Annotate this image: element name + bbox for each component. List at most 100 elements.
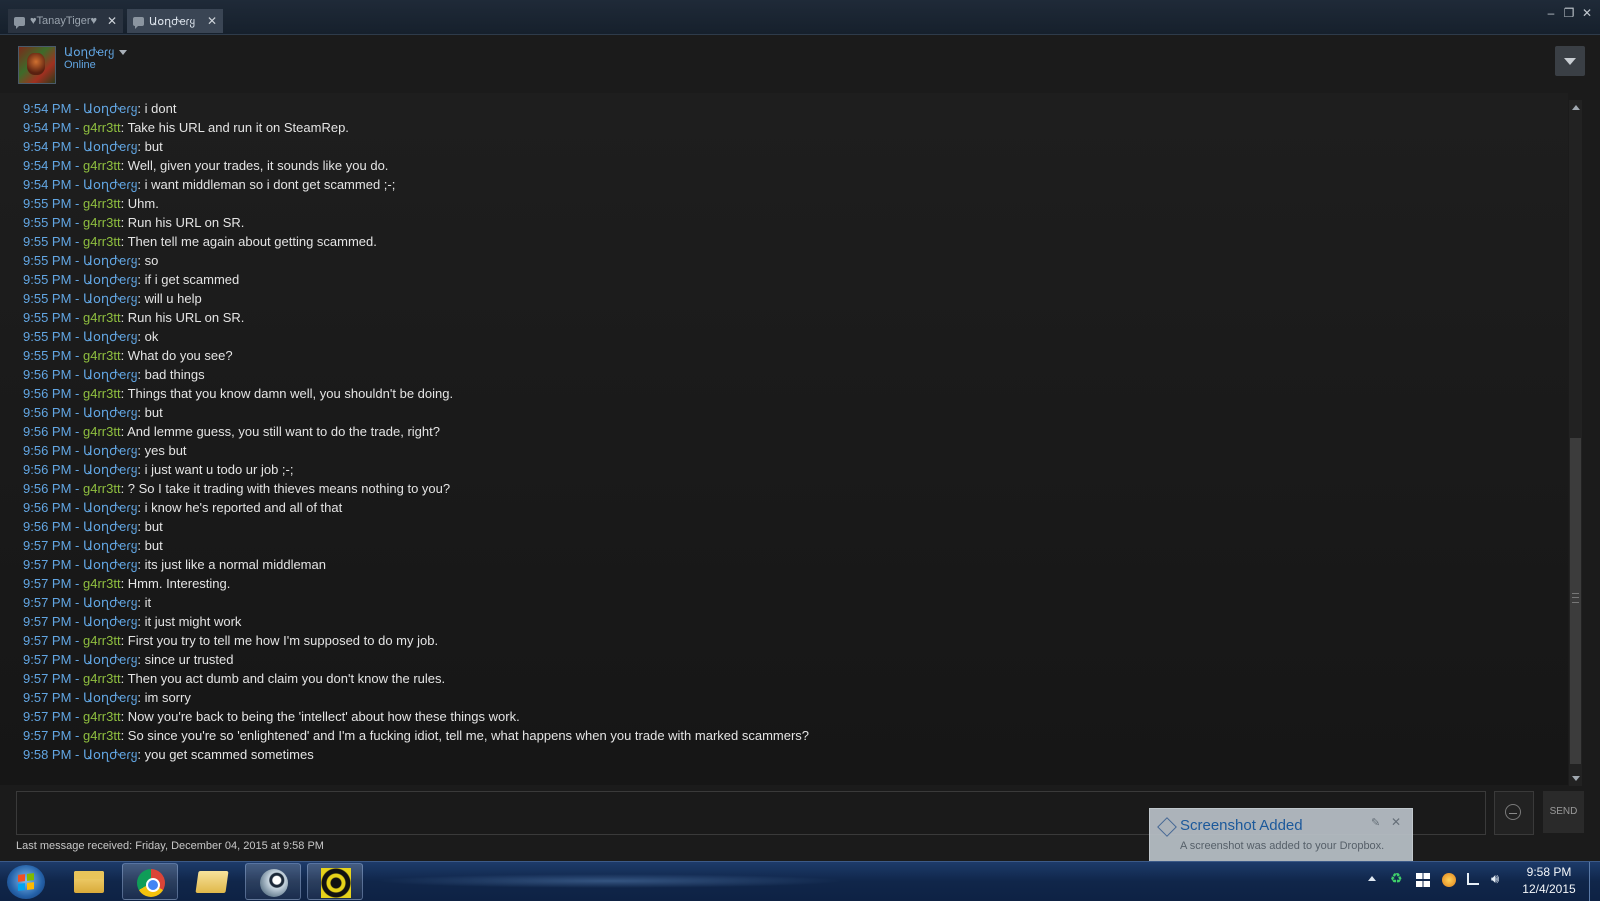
folder-icon[interactable] bbox=[184, 863, 240, 900]
message-timestamp: 9:55 PM bbox=[23, 329, 72, 344]
sync-icon[interactable]: ♻ bbox=[1390, 870, 1404, 886]
message-sender: g4rr3tt bbox=[82, 120, 121, 135]
message-colon: : bbox=[120, 633, 128, 648]
radiation-game-icon[interactable] bbox=[307, 863, 363, 900]
clock-time[interactable]: 9:58 PM bbox=[1509, 865, 1589, 879]
message-timestamp: 9:55 PM bbox=[23, 215, 72, 230]
message-colon: : bbox=[120, 576, 128, 591]
message-timestamp: 9:55 PM bbox=[23, 234, 72, 249]
tab-close-icon[interactable]: ✕ bbox=[207, 14, 217, 28]
message-text: And lemme guess, you still want to do th… bbox=[127, 424, 440, 439]
message-separator: - bbox=[71, 215, 83, 230]
message-separator: - bbox=[71, 690, 83, 705]
message-text: i dont bbox=[144, 101, 177, 116]
chat-log[interactable]: 9:54 PM - Աօղժҽɾყ: i dont 9:54 PM - g4rr3… bbox=[0, 93, 1568, 785]
message-colon: : bbox=[137, 443, 145, 458]
chat-message: 9:57 PM - Աօղժҽɾყ: im sorry bbox=[23, 688, 809, 707]
start-button[interactable] bbox=[7, 865, 45, 899]
message-separator: - bbox=[71, 576, 83, 591]
message-text: i just want u todo ur job ;-; bbox=[144, 462, 294, 477]
message-sender: Աօղժҽɾყ bbox=[82, 272, 138, 287]
message-timestamp: 9:55 PM bbox=[23, 253, 72, 268]
network-icon[interactable] bbox=[1467, 873, 1479, 885]
message-colon: : bbox=[137, 462, 145, 477]
message-separator: - bbox=[71, 177, 83, 192]
tab-tanaytiger[interactable]: ♥TanayTiger♥ ✕ bbox=[8, 9, 123, 33]
chat-message: 9:54 PM - Աօղժҽɾყ: i dont bbox=[23, 99, 809, 118]
message-colon: : bbox=[120, 671, 128, 686]
minimize-button[interactable]: – bbox=[1544, 6, 1558, 20]
send-button[interactable]: SEND bbox=[1543, 791, 1584, 833]
taskbar-glow bbox=[375, 874, 845, 888]
message-separator: - bbox=[71, 120, 83, 135]
message-sender: Աօղժҽɾყ bbox=[82, 405, 138, 420]
chat-message: 9:56 PM - g4rr3tt: Things that you know … bbox=[23, 384, 809, 403]
message-timestamp: 9:56 PM bbox=[23, 500, 72, 515]
tab-close-icon[interactable]: ✕ bbox=[107, 14, 117, 28]
message-separator: - bbox=[71, 253, 83, 268]
wrench-icon[interactable]: ✎ bbox=[1371, 816, 1380, 829]
file-explorer-icon[interactable] bbox=[60, 863, 116, 900]
message-sender: Աօղժҽɾყ bbox=[82, 690, 138, 705]
orange-tray-icon[interactable] bbox=[1442, 873, 1456, 887]
message-text: ok bbox=[144, 329, 159, 344]
chat-message: 9:54 PM - Աօղժҽɾყ: i want middleman so i… bbox=[23, 175, 809, 194]
chat-message: 9:54 PM - g4rr3tt: Take his URL and run … bbox=[23, 118, 809, 137]
chat-message: 9:57 PM - g4rr3tt: Then you act dumb and… bbox=[23, 669, 809, 688]
chat-scrollbar[interactable] bbox=[1569, 100, 1582, 786]
close-window-button[interactable]: ✕ bbox=[1580, 6, 1594, 20]
chrome-icon[interactable] bbox=[122, 863, 178, 900]
steam-icon[interactable] bbox=[245, 863, 301, 900]
message-separator: - bbox=[71, 405, 83, 420]
volume-icon[interactable]: 🔊︎ bbox=[1491, 871, 1505, 886]
message-colon: : bbox=[120, 709, 128, 724]
maximize-button[interactable]: ❐ bbox=[1562, 6, 1576, 20]
show-desktop-button[interactable] bbox=[1589, 862, 1600, 901]
message-text: What do you see? bbox=[127, 348, 233, 363]
friend-name[interactable]: Աօղժҽɾყ bbox=[64, 45, 114, 59]
close-icon[interactable]: ✕ bbox=[1391, 815, 1401, 829]
message-separator: - bbox=[71, 329, 83, 344]
message-separator: - bbox=[71, 709, 83, 724]
message-text: Take his URL and run it on SteamRep. bbox=[127, 120, 349, 135]
avatar[interactable] bbox=[18, 46, 56, 84]
chat-message: 9:55 PM - Աօղժҽɾყ: ok bbox=[23, 327, 809, 346]
message-timestamp: 9:56 PM bbox=[23, 519, 72, 534]
dropbox-notification[interactable]: Screenshot Added A screenshot was added … bbox=[1149, 808, 1413, 862]
message-separator: - bbox=[71, 557, 83, 572]
message-colon: : bbox=[137, 272, 145, 287]
chat-message: 9:55 PM - g4rr3tt: Then tell me again ab… bbox=[23, 232, 809, 251]
clock-date[interactable]: 12/4/2015 bbox=[1509, 882, 1589, 896]
message-sender: g4rr3tt bbox=[82, 215, 121, 230]
message-sender: Աօղժҽɾყ bbox=[82, 500, 138, 515]
message-text: Then you act dumb and claim you don't kn… bbox=[127, 671, 446, 686]
message-timestamp: 9:54 PM bbox=[23, 120, 72, 135]
tab-wonder[interactable]: Աօղժҽɾყ ✕ bbox=[127, 9, 223, 33]
message-text: First you try to tell me how I'm suppose… bbox=[127, 633, 439, 648]
message-text: Run his URL on SR. bbox=[127, 215, 245, 230]
message-colon: : bbox=[137, 538, 145, 553]
chat-message: 9:55 PM - g4rr3tt: Uhm. bbox=[23, 194, 809, 213]
chevron-down-icon[interactable] bbox=[119, 50, 127, 55]
show-hidden-icons-icon[interactable] bbox=[1368, 876, 1376, 881]
message-text: Now you're back to being the 'intellect'… bbox=[127, 709, 520, 724]
message-text: it bbox=[144, 595, 152, 610]
options-dropdown-button[interactable] bbox=[1555, 46, 1585, 76]
message-separator: - bbox=[71, 747, 83, 762]
message-sender: g4rr3tt bbox=[82, 424, 121, 439]
message-text: Things that you know damn well, you shou… bbox=[127, 386, 454, 401]
scroll-down-icon[interactable] bbox=[1569, 772, 1582, 786]
message-separator: - bbox=[71, 424, 83, 439]
notification-body: A screenshot was added to your Dropbox. bbox=[1180, 840, 1385, 852]
message-timestamp: 9:57 PM bbox=[23, 709, 72, 724]
message-colon: : bbox=[120, 120, 128, 135]
scrollbar-thumb[interactable] bbox=[1570, 438, 1581, 764]
message-sender: Աօղժҽɾყ bbox=[82, 177, 138, 192]
message-colon: : bbox=[137, 652, 145, 667]
message-sender: Աօղժҽɾყ bbox=[82, 595, 138, 610]
emoticon-button[interactable] bbox=[1494, 791, 1534, 835]
message-text: it just might work bbox=[144, 614, 242, 629]
scroll-up-icon[interactable] bbox=[1569, 100, 1582, 114]
windows-flag-icon[interactable] bbox=[1416, 873, 1430, 887]
message-colon: : bbox=[137, 690, 145, 705]
